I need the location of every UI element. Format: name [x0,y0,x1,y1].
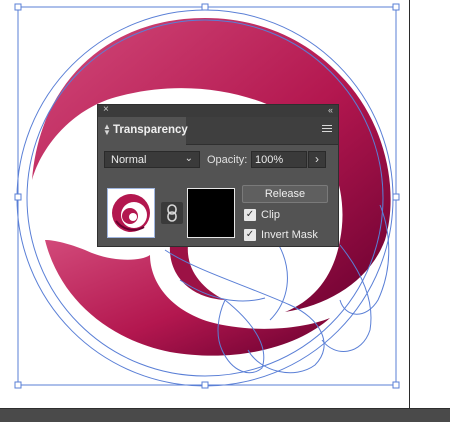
tab-transparency[interactable]: ▲ ▼ Transparency [98,117,188,145]
tab-transparency-label: Transparency [113,124,188,136]
transparency-panel[interactable]: × ‹‹ ▲ ▼ Transparency Normal ⌄ Opacity: 1… [97,104,339,247]
link-chain-icon[interactable] [161,202,183,224]
artwork-thumbnail[interactable] [107,188,155,238]
close-icon[interactable]: × [103,104,109,116]
invert-mask-label: Invert Mask [261,229,318,241]
chevron-down-icon: ⌄ [184,153,193,164]
clip-label: Clip [261,209,280,221]
opacity-label: Opacity: [207,154,248,166]
canvas-margin [410,0,450,408]
blend-mode-value: Normal [111,154,147,166]
panel-tab-row: ▲ ▼ Transparency [98,117,338,145]
artwork-thumbnail-image [112,194,150,232]
invert-mask-checkbox[interactable]: ✓ [244,229,256,241]
updown-arrows-icon[interactable]: ▲ ▼ [103,123,111,137]
blend-mode-dropdown[interactable]: Normal ⌄ [104,151,200,168]
artboard-edge [409,0,410,408]
release-button[interactable]: Release [242,185,328,203]
hamburger-menu-icon[interactable] [322,125,332,134]
opacity-input[interactable]: 100% [251,151,307,168]
artwork-inner-curl[interactable] [169,245,225,300]
status-bar [0,408,450,422]
opacity-slider-button[interactable]: › [308,151,326,168]
mask-thumbnail[interactable] [187,188,235,238]
collapse-icon[interactable]: ‹‹ [328,104,333,116]
panel-titlebar[interactable]: × ‹‹ [98,104,338,117]
clip-checkbox[interactable]: ✓ [244,209,256,221]
opacity-value: 100% [255,154,284,166]
